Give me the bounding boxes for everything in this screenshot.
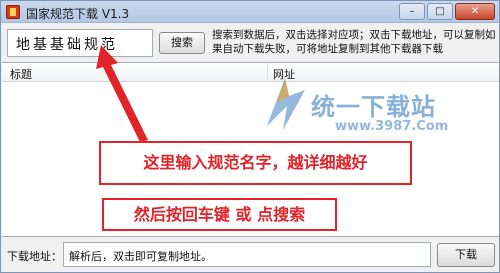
download-address-field[interactable]: 解析后，双击即可复制地址。 [63, 242, 431, 267]
annotation-callout-search: 然后按回车键 或 点搜索 [102, 198, 337, 231]
annotation-callout-input: 这里输入规范名字，越详细越好 [99, 141, 412, 185]
app-window: 国家规范下载 V1.3 – □ ✕ 地基基础规范 搜索 搜索到数据后，双击选择对… [0, 0, 500, 273]
download-button[interactable]: 下载 [437, 243, 495, 267]
download-address-label: 下载地址： [7, 250, 62, 263]
annotation-arrow-icon [96, 45, 148, 142]
